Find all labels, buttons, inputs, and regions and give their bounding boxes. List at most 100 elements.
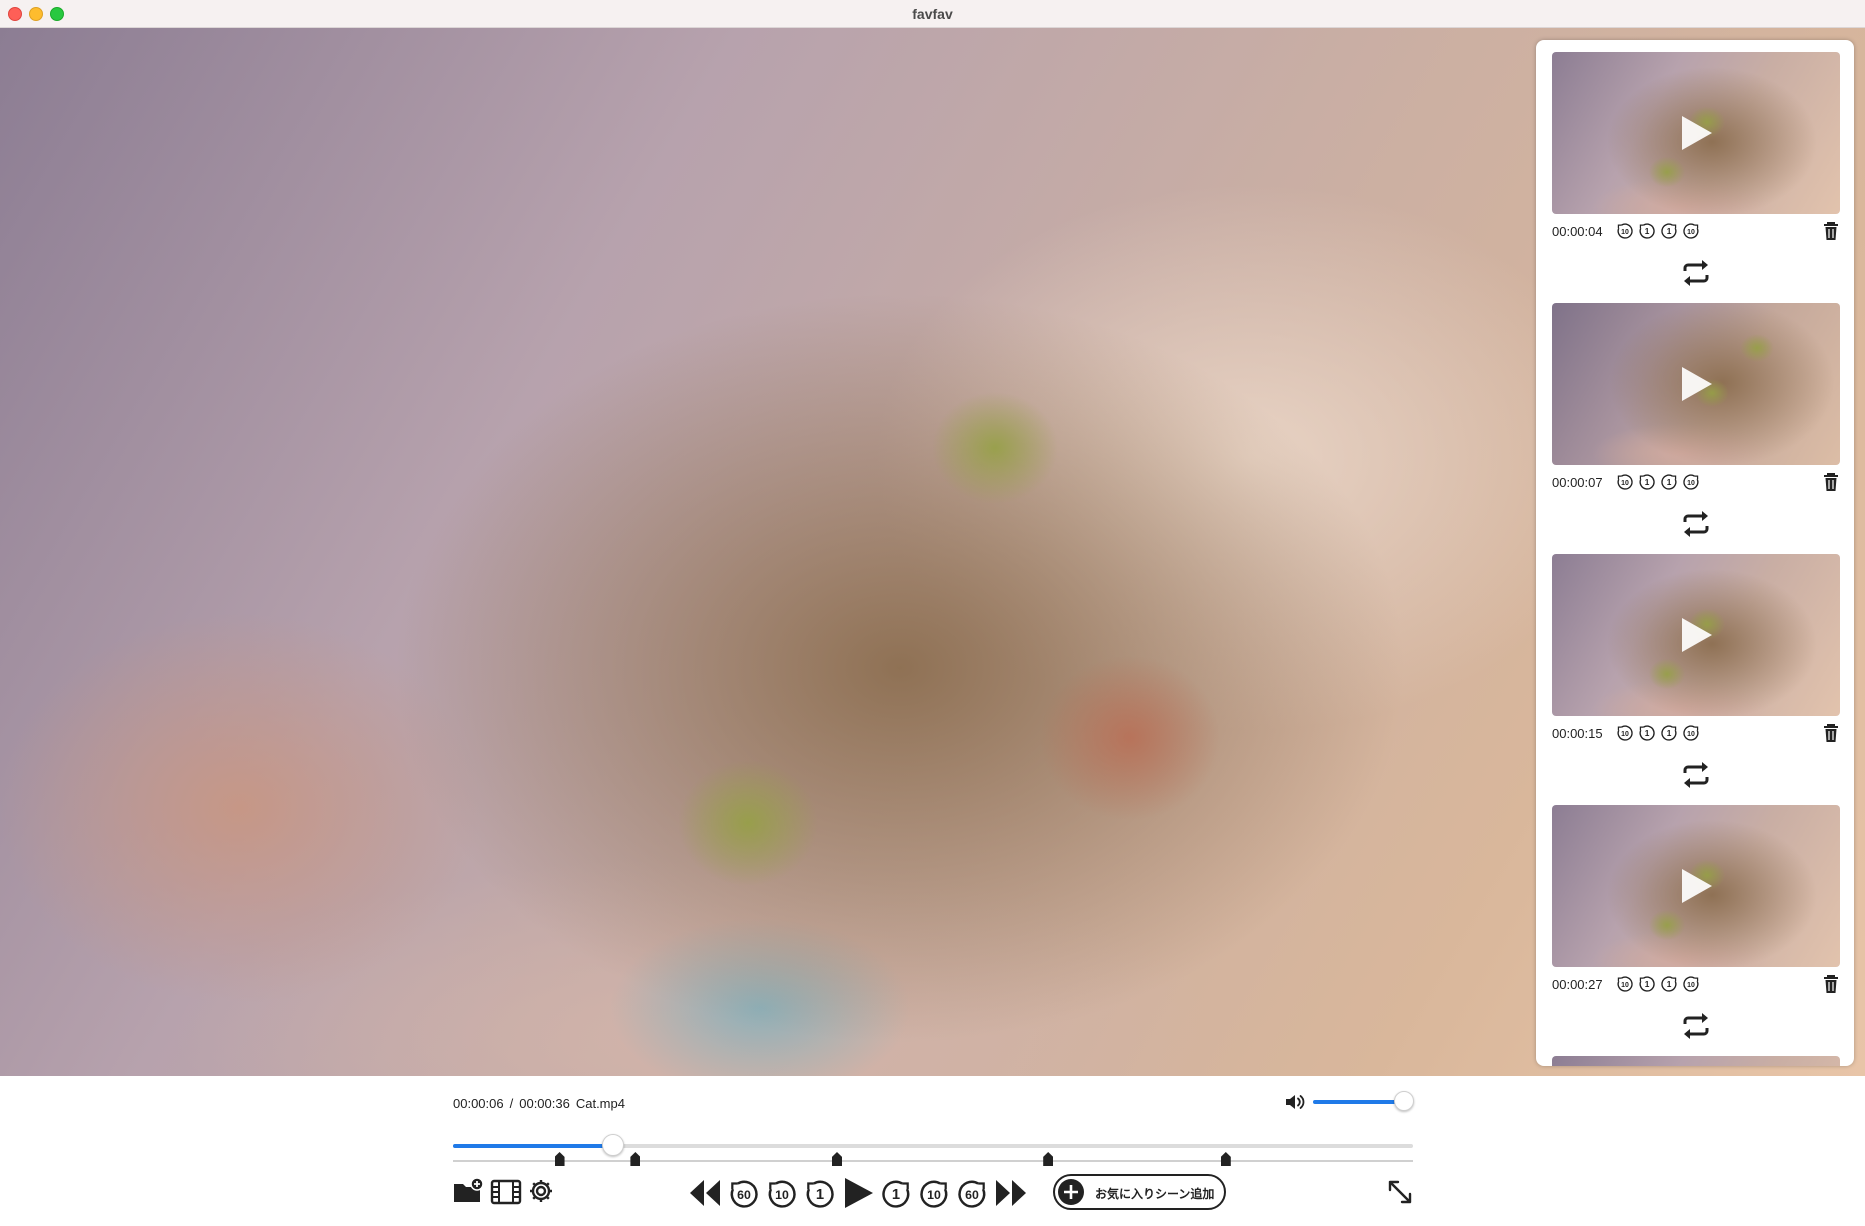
window-title: favfav	[912, 6, 953, 22]
skip-back-icon[interactable]	[688, 1176, 722, 1215]
gear-icon[interactable]	[527, 1176, 555, 1211]
scene-seek-forward-1-icon[interactable]: 1	[1660, 975, 1678, 998]
favorite-scene-item: 00:00:27 10 1 1 10	[1552, 805, 1840, 1045]
speaker-icon[interactable]	[1283, 1090, 1307, 1119]
current-time: 00:00:06	[453, 1096, 504, 1111]
scene-time: 00:00:07	[1552, 475, 1603, 490]
scene-marker[interactable]	[1220, 1152, 1231, 1166]
seek-bar[interactable]	[453, 1144, 1413, 1148]
scene-seek-forward-1-icon[interactable]: 1	[1660, 473, 1678, 496]
scene-toolbar: 00:00:15 10 1 1 10	[1552, 722, 1840, 744]
volume-slider-knob[interactable]	[1394, 1091, 1414, 1111]
app-window: favfav 00:00:04 10 1 1 10 00:00:07 10 1 1 10 00:00…	[0, 0, 1865, 1226]
svg-text:10: 10	[1621, 229, 1629, 236]
scene-seek-buttons: 10 1 1 10	[1616, 724, 1704, 742]
scene-marker-track	[453, 1160, 1413, 1162]
add-favorite-scene-label: お気に入りシーン追加	[1095, 1187, 1215, 1201]
svg-text:1: 1	[1667, 226, 1672, 236]
svg-text:60: 60	[965, 1188, 979, 1202]
scene-time: 00:00:27	[1552, 977, 1603, 992]
scene-seek-forward-10-icon[interactable]: 10	[1682, 222, 1700, 245]
scene-time: 00:00:15	[1552, 726, 1603, 741]
svg-text:1: 1	[1667, 477, 1672, 487]
scene-seek-back-10-icon[interactable]: 10	[1616, 222, 1634, 245]
favorite-scene-item: 00:00:04 10 1 1 10	[1552, 52, 1840, 292]
repeat-icon[interactable]	[1679, 258, 1713, 293]
svg-text:10: 10	[1687, 480, 1695, 487]
svg-text:10: 10	[1687, 982, 1695, 989]
svg-text:1: 1	[1645, 226, 1650, 236]
trash-icon[interactable]	[1822, 472, 1840, 497]
scene-marker[interactable]	[630, 1152, 641, 1166]
scene-seek-back-1-icon[interactable]: 1	[1638, 473, 1656, 496]
scene-seek-buttons: 10 1 1 10	[1616, 473, 1704, 491]
volume-slider-track[interactable]	[1313, 1100, 1403, 1104]
svg-text:1: 1	[1667, 979, 1672, 989]
play-icon[interactable]	[842, 1176, 874, 1215]
scene-seek-forward-10-icon[interactable]: 10	[1682, 975, 1700, 998]
favorite-scene-item: 00:00:15 10 1 1 10	[1552, 554, 1840, 794]
seek-forward-1-icon[interactable]: 1	[880, 1178, 912, 1215]
trash-icon[interactable]	[1822, 221, 1840, 246]
repeat-icon[interactable]	[1679, 1011, 1713, 1046]
scene-marker[interactable]	[554, 1152, 565, 1166]
svg-text:1: 1	[892, 1187, 900, 1203]
scene-seek-forward-1-icon[interactable]: 1	[1660, 222, 1678, 245]
scene-toolbar: 00:00:07 10 1 1 10	[1552, 471, 1840, 493]
scene-seek-buttons: 10 1 1 10	[1616, 975, 1704, 993]
svg-text:10: 10	[1687, 731, 1695, 738]
seek-bar-knob[interactable]	[602, 1134, 625, 1156]
time-info: 00:00:06 / 00:00:36 Cat.mp4	[453, 1096, 631, 1111]
scene-time: 00:00:04	[1552, 224, 1603, 239]
svg-text:1: 1	[1645, 728, 1650, 738]
repeat-icon[interactable]	[1679, 760, 1713, 795]
film-strip-icon[interactable]	[490, 1176, 522, 1211]
add-favorite-scene-button[interactable]: お気に入りシーン追加	[1053, 1174, 1226, 1210]
scene-thumbnail[interactable]	[1552, 1056, 1840, 1066]
svg-text:10: 10	[1621, 480, 1629, 487]
svg-text:1: 1	[1645, 979, 1650, 989]
svg-text:1: 1	[816, 1187, 824, 1203]
scene-seek-back-1-icon[interactable]: 1	[1638, 975, 1656, 998]
folder-plus-icon[interactable]	[452, 1176, 484, 1211]
scene-seek-buttons: 10 1 1 10	[1616, 222, 1704, 240]
scene-marker[interactable]	[1043, 1152, 1054, 1166]
time-separator: /	[509, 1096, 514, 1111]
repeat-icon[interactable]	[1679, 509, 1713, 544]
scene-seek-forward-10-icon[interactable]: 10	[1682, 724, 1700, 747]
scene-thumbnail[interactable]	[1552, 805, 1840, 967]
scene-seek-forward-1-icon[interactable]: 1	[1660, 724, 1678, 747]
file-name: Cat.mp4	[575, 1096, 625, 1111]
plus-icon	[1058, 1179, 1084, 1205]
seek-back-60-icon[interactable]: 60	[728, 1178, 760, 1215]
favorite-scenes-panel: 00:00:04 10 1 1 10 00:00:07 10 1 1 10 00:00:15 10 1 1…	[1536, 40, 1854, 1066]
scene-marker[interactable]	[832, 1152, 842, 1166]
favorite-scene-item: 00:00:07 10 1 1 10	[1552, 303, 1840, 543]
svg-text:10: 10	[775, 1188, 789, 1202]
seek-back-1-icon[interactable]: 1	[804, 1178, 836, 1215]
scene-thumbnail[interactable]	[1552, 52, 1840, 214]
scene-seek-back-10-icon[interactable]: 10	[1616, 975, 1634, 998]
svg-text:10: 10	[1621, 731, 1629, 738]
scene-seek-back-1-icon[interactable]: 1	[1638, 724, 1656, 747]
svg-text:60: 60	[737, 1188, 751, 1202]
seek-bar-progress	[453, 1144, 614, 1148]
scene-seek-forward-10-icon[interactable]: 10	[1682, 473, 1700, 496]
trash-icon[interactable]	[1822, 723, 1840, 748]
scene-seek-back-10-icon[interactable]: 10	[1616, 724, 1634, 747]
svg-text:10: 10	[1687, 229, 1695, 236]
seek-forward-10-icon[interactable]: 10	[918, 1178, 950, 1215]
expand-arrows-icon[interactable]	[1386, 1178, 1414, 1211]
svg-text:10: 10	[1621, 982, 1629, 989]
svg-text:1: 1	[1645, 477, 1650, 487]
scene-thumbnail[interactable]	[1552, 303, 1840, 465]
skip-forward-icon[interactable]	[994, 1176, 1028, 1215]
player-controls: 00:00:06 / 00:00:36 Cat.mp4 60 10 1 1 10 60 お気に入…	[0, 1076, 1865, 1226]
trash-icon[interactable]	[1822, 974, 1840, 999]
scene-thumbnail[interactable]	[1552, 554, 1840, 716]
svg-text:1: 1	[1667, 728, 1672, 738]
scene-seek-back-1-icon[interactable]: 1	[1638, 222, 1656, 245]
scene-seek-back-10-icon[interactable]: 10	[1616, 473, 1634, 496]
seek-back-10-icon[interactable]: 10	[766, 1178, 798, 1215]
seek-forward-60-icon[interactable]: 60	[956, 1178, 988, 1215]
